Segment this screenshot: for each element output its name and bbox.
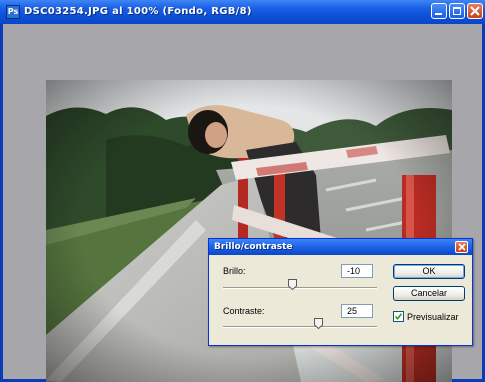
dialog-title: Brillo/contraste xyxy=(214,242,293,252)
checkmark-icon xyxy=(394,313,403,321)
brightness-label: Brillo: xyxy=(223,266,246,276)
ok-button[interactable]: OK xyxy=(393,264,465,279)
window-titlebar[interactable]: Ps DSC03254.JPG al 100% (Fondo, RGB/8) xyxy=(0,0,485,24)
contrast-slider-track[interactable] xyxy=(223,326,377,328)
cancel-button[interactable]: Cancelar xyxy=(393,286,465,301)
minimize-button[interactable] xyxy=(431,3,447,19)
dialog-titlebar[interactable]: Brillo/contraste xyxy=(209,239,472,255)
close-button[interactable] xyxy=(467,3,483,19)
maximize-icon xyxy=(453,7,461,15)
brightness-input[interactable]: -10 xyxy=(341,264,373,278)
close-icon xyxy=(470,6,480,16)
minimize-icon xyxy=(435,13,442,15)
brightness-slider-thumb[interactable] xyxy=(288,279,298,290)
contrast-slider-thumb[interactable] xyxy=(314,318,324,329)
photoshop-document-icon: Ps xyxy=(6,5,20,19)
brightness-contrast-dialog[interactable]: Brillo/contraste Brillo: -10 Contraste: … xyxy=(208,238,473,346)
window-title: DSC03254.JPG al 100% (Fondo, RGB/8) xyxy=(24,6,252,17)
close-icon xyxy=(458,243,466,251)
preview-checkbox[interactable] xyxy=(393,311,404,322)
photoshop-document-window: Ps DSC03254.JPG al 100% (Fondo, RGB/8) B… xyxy=(0,0,485,382)
contrast-label: Contraste: xyxy=(223,306,265,316)
brightness-slider-track[interactable] xyxy=(223,287,377,289)
dialog-close-button[interactable] xyxy=(455,241,468,253)
preview-label: Previsualizar xyxy=(407,312,459,322)
maximize-button[interactable] xyxy=(449,3,465,19)
contrast-input[interactable]: 25 xyxy=(341,304,373,318)
